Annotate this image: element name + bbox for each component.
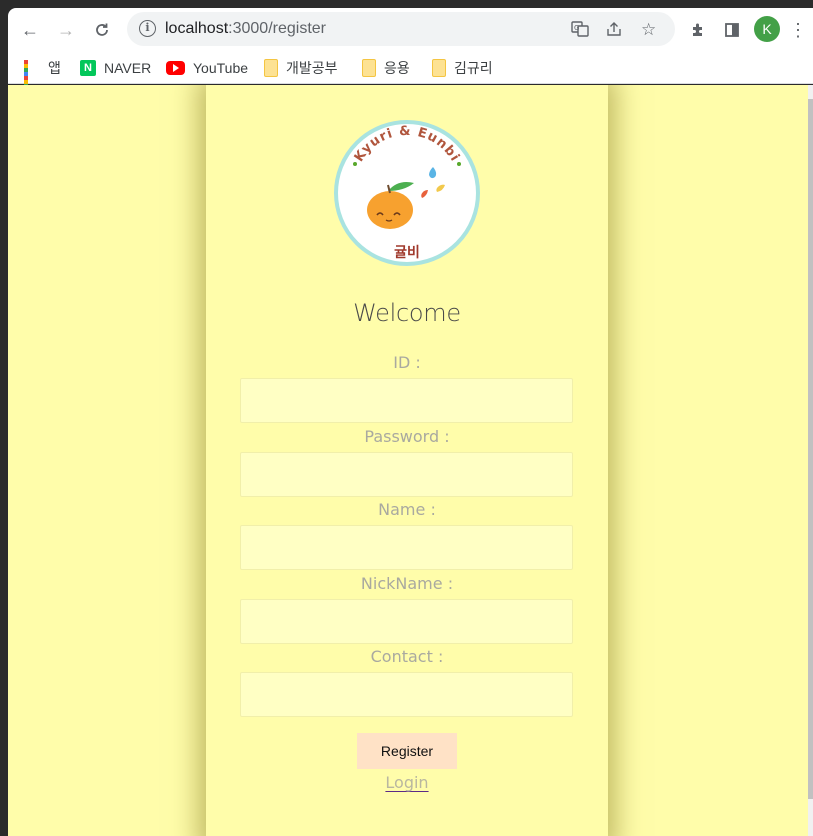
bookmark-folder-applied[interactable]: 응용: [362, 56, 410, 80]
kyuri-eunbi-logo: Kyuri & Eunbi 귤비: [334, 120, 480, 266]
logo-bottom-text: 귤비: [394, 245, 420, 261]
window-top-strip: [0, 0, 813, 8]
bookmark-label: 개발공부: [286, 60, 338, 76]
nickname-input[interactable]: [240, 599, 573, 644]
bookmark-naver[interactable]: N NAVER: [80, 56, 151, 80]
bookmark-label: 응용: [384, 60, 410, 76]
bookmark-apps[interactable]: 앱: [24, 56, 61, 96]
scrollbar-thumb[interactable]: [808, 99, 813, 799]
folder-icon: [362, 59, 376, 77]
page-viewport: Kyuri & Eunbi 귤비 Welcome ID : Password :…: [8, 85, 808, 836]
register-card: Kyuri & Eunbi 귤비 Welcome ID : Password :…: [206, 85, 608, 836]
contact-label: Contact :: [370, 647, 444, 666]
bookmark-label: NAVER: [104, 60, 152, 76]
password-label: Password :: [364, 427, 450, 446]
forward-icon[interactable]: →: [52, 16, 80, 44]
profile-avatar[interactable]: K: [754, 16, 780, 42]
url-path: :3000/register: [228, 20, 326, 37]
youtube-icon: [166, 61, 185, 75]
id-input[interactable]: [240, 378, 573, 423]
bookmark-folder-dev-study[interactable]: 개발공부: [264, 56, 338, 80]
extensions-icon[interactable]: [684, 16, 712, 44]
url-text[interactable]: localhost:3000/register: [165, 20, 326, 38]
bookmarks-bar: 앱 N NAVER YouTube 개발공부 응용 김규리: [8, 52, 813, 96]
info-icon[interactable]: i: [139, 20, 156, 37]
translate-icon[interactable]: G: [571, 20, 589, 43]
id-label: ID :: [393, 353, 421, 372]
browser-toolbar: ← → i localhost:3000/register G ☆ K ⋮: [8, 8, 813, 52]
star-icon[interactable]: ☆: [641, 20, 656, 40]
share-icon[interactable]: [605, 20, 623, 43]
folder-icon: [264, 59, 278, 77]
password-input[interactable]: [240, 452, 573, 497]
url-host: localhost: [165, 20, 229, 37]
page-scrollbar[interactable]: [808, 85, 813, 836]
bookmark-folder-name[interactable]: 김규리: [432, 56, 493, 80]
bookmark-label: 김규리: [454, 60, 493, 76]
svg-text:G: G: [574, 24, 579, 32]
login-link[interactable]: Login: [385, 773, 428, 792]
apps-icon: [24, 60, 40, 96]
register-button[interactable]: Register: [357, 733, 457, 769]
name-input[interactable]: [240, 525, 573, 570]
nickname-label: NickName :: [360, 574, 454, 593]
bookmark-label: 앱: [48, 60, 61, 76]
side-panel-icon[interactable]: [718, 16, 746, 44]
name-label: Name :: [378, 500, 436, 519]
back-icon[interactable]: ←: [16, 16, 44, 44]
reload-icon[interactable]: [88, 16, 116, 44]
address-bar[interactable]: i localhost:3000/register G ☆: [127, 12, 675, 46]
menu-icon[interactable]: ⋮: [788, 16, 808, 44]
bookmark-label: YouTube: [193, 60, 249, 76]
login-link-wrapper: Login: [206, 773, 608, 792]
bookmark-youtube[interactable]: YouTube: [166, 56, 248, 80]
contact-input[interactable]: [240, 672, 573, 717]
welcome-title: Welcome: [353, 299, 461, 327]
naver-icon: N: [80, 60, 96, 76]
folder-icon: [432, 59, 446, 77]
